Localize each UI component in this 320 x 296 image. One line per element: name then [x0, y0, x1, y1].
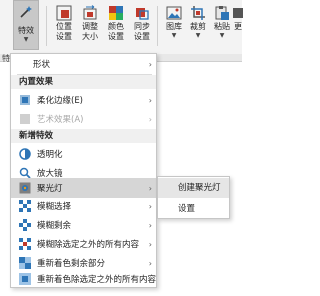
- resize-button[interactable]: 调整 大小: [76, 2, 104, 50]
- chevron-down-icon: ▼: [195, 32, 201, 39]
- chevron-right-icon: ›: [148, 201, 152, 211]
- art-effects-icon: [19, 113, 31, 125]
- chevron-down-icon: ▼: [219, 32, 225, 39]
- group-divider: [46, 6, 47, 46]
- menu-item-soft-edges[interactable]: 柔化边缘(E) ›: [11, 91, 156, 109]
- gallery-label: 图库: [166, 22, 182, 31]
- position-label-1: 位置: [56, 22, 72, 31]
- mosaic-except-label: 模糊除选定之外的所有内容: [37, 240, 140, 250]
- menu-item-mosaic-except[interactable]: 模糊除选定之外的所有内容 ›: [11, 235, 156, 253]
- ribbon-toolbar: 特效 ▼ 位置 设置 调整 大小 颜色 设置 同步 设置 图库 ▼ 裁剪 ▼ 粘…: [0, 0, 244, 54]
- tab-fragment: 特: [2, 54, 10, 63]
- create-spotlight-item[interactable]: 创建聚光灯: [158, 178, 229, 198]
- menu-item-recolor-except[interactable]: 重新着色除选定之外的所有内容 ›: [11, 270, 156, 288]
- section-header-builtin: 内置效果: [11, 75, 156, 89]
- menu-item-mosaic-remain[interactable]: 模糊剩余 ›: [11, 216, 156, 234]
- effects-menu: 形状 › 内置效果 柔化边缘(E) › 艺术效果(A) › 新增特效 透明化 放…: [10, 53, 157, 288]
- paste-label: 粘贴: [214, 22, 230, 31]
- image-gallery-icon: [165, 4, 183, 22]
- recolor-remain-label: 重新着色剩余部分: [37, 259, 106, 269]
- crop-icon: [189, 4, 207, 22]
- chevron-right-icon: ›: [148, 220, 152, 230]
- effects-label: 特效: [18, 26, 34, 35]
- chevron-right-icon: ›: [148, 239, 152, 249]
- transparency-label: 透明化: [37, 150, 63, 160]
- magic-wand-icon: [18, 4, 34, 23]
- mosaic-except-icon: [19, 238, 31, 250]
- resize-label-2: 大小: [82, 32, 98, 41]
- position-settings-button[interactable]: 位置 设置: [50, 2, 78, 50]
- spotlight-label: 聚光灯: [37, 184, 63, 194]
- spotlight-icon: [19, 182, 31, 194]
- chevron-down-icon: ▼: [171, 32, 177, 39]
- recolor-remain-icon: [19, 257, 31, 269]
- color-label-2: 设置: [108, 32, 124, 41]
- spotlight-settings-item[interactable]: 设置: [158, 199, 229, 219]
- sync-icon: [133, 4, 151, 22]
- menu-item-mosaic-select[interactable]: 模糊选择 ›: [11, 197, 156, 215]
- menu-item-transparency[interactable]: 透明化: [11, 145, 156, 163]
- section-header-new: 新增特效: [11, 129, 156, 143]
- mosaic-remain-icon: [19, 219, 31, 231]
- chevron-down-icon: ▼: [23, 36, 29, 43]
- color-palette-icon: [107, 4, 125, 22]
- soft-edges-label: 柔化边缘(E): [37, 96, 84, 106]
- sync-label-1: 同步: [134, 22, 150, 31]
- position-icon: [55, 4, 73, 22]
- more-button[interactable]: 更: [232, 2, 244, 50]
- menu-item-art-effects[interactable]: 艺术效果(A) ›: [11, 110, 156, 128]
- resize-icon: [81, 4, 99, 22]
- effects-button[interactable]: 特效 ▼: [13, 0, 39, 50]
- color-label-1: 颜色: [108, 22, 124, 31]
- position-label-2: 设置: [56, 32, 72, 41]
- transparency-icon: [19, 148, 31, 160]
- spotlight-submenu: 创建聚光灯 设置: [157, 176, 230, 219]
- recolor-except-icon: [19, 273, 31, 285]
- menu-item-spotlight[interactable]: 聚光灯 ›: [11, 178, 156, 198]
- shape-label: 形状: [33, 60, 51, 70]
- mosaic-remain-label: 模糊剩余: [37, 221, 72, 231]
- chevron-right-icon: ›: [148, 95, 152, 105]
- sync-settings-button[interactable]: 同步 设置: [128, 2, 156, 50]
- chevron-right-icon: ›: [148, 114, 152, 124]
- chevron-right-icon: ›: [148, 274, 152, 284]
- recolor-except-label: 重新着色除选定之外的所有内容: [37, 275, 157, 285]
- menu-item-shape[interactable]: 形状 ›: [11, 55, 156, 73]
- more-label: 更: [234, 22, 242, 31]
- sync-label-2: 设置: [134, 32, 150, 41]
- chevron-right-icon: ›: [148, 258, 152, 268]
- chevron-right-icon: ›: [148, 183, 152, 193]
- resize-label-1: 调整: [82, 22, 98, 31]
- soft-edges-icon: [19, 94, 31, 106]
- mosaic-select-icon: [19, 200, 31, 212]
- color-settings-button[interactable]: 颜色 设置: [102, 2, 130, 50]
- mosaic-select-label: 模糊选择: [37, 202, 72, 212]
- more-icon: [229, 4, 247, 22]
- chevron-right-icon: ›: [148, 59, 152, 69]
- group-divider: [157, 6, 158, 46]
- art-effects-label: 艺术效果(A): [37, 115, 84, 125]
- crop-label: 裁剪: [190, 22, 206, 31]
